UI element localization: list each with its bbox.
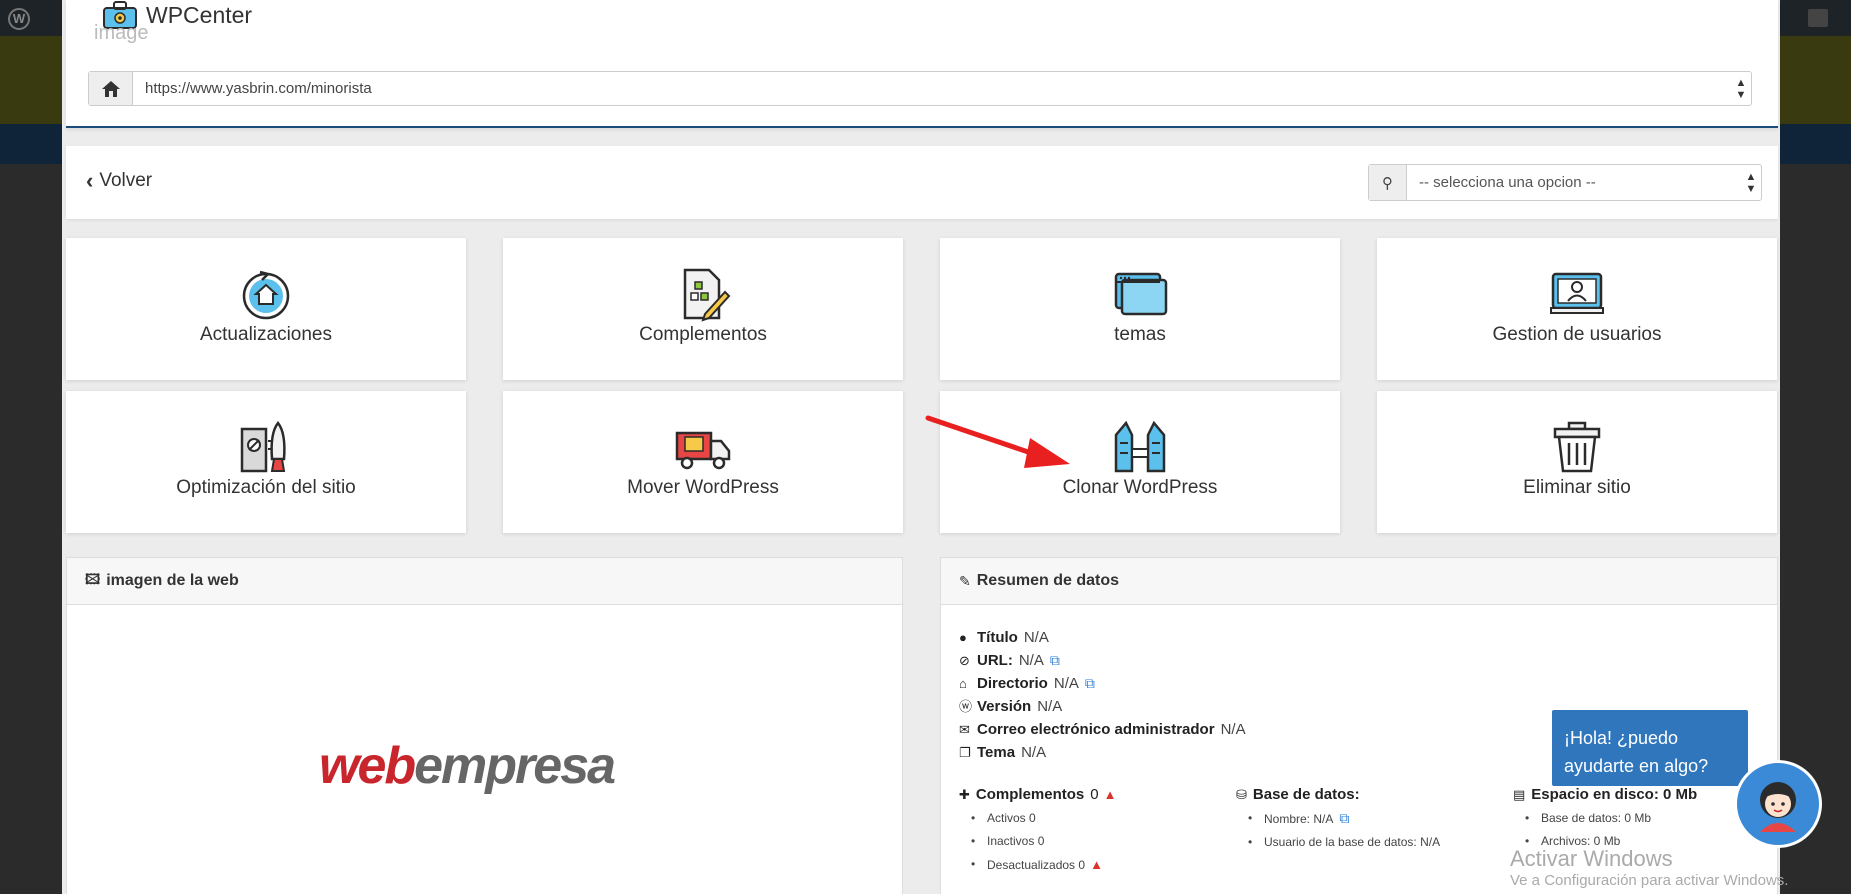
tile-label: Optimización del sitio — [176, 477, 356, 498]
summary-panel-header: ✎ Resumen de datos — [941, 558, 1777, 605]
plugins-column: ✚ Complementos 0 ▲ Activos 0 Inactivos 0… — [959, 786, 1116, 877]
image-panel: 🖾 imagen de la web webempresa — [66, 557, 903, 894]
link-icon: ⊘ — [959, 653, 970, 668]
chat-line-2: ayudarte en algo? — [1564, 756, 1709, 776]
list-item: Usuario de la base de datos: N/A — [1236, 831, 1440, 854]
chevron-left-icon: ‹ — [86, 168, 94, 193]
webempresa-logo: webempresa — [319, 737, 616, 795]
app-title: WPCenter — [146, 1, 253, 28]
disk-column: ▤ Espacio en disco: 0 Mb Base de datos: … — [1513, 786, 1697, 853]
edit-icon: ✎ — [959, 572, 971, 589]
tile-gestion-usuarios[interactable]: Gestion de usuarios — [1377, 238, 1777, 380]
external-link-icon[interactable]: ⧉ — [1339, 810, 1349, 826]
info-row-version: ⓦ Versión N/A — [959, 695, 1246, 718]
admin-bar-right-icon — [1808, 9, 1828, 27]
home-icon: ⌂ — [959, 676, 967, 691]
list-item: Desactualizados 0▲ — [959, 853, 1116, 877]
toolbar-card: ‹ Volver ⚲ -- selecciona una opcion -- ▲… — [66, 146, 1778, 219]
plugins-title: ✚ Complementos 0 ▲ — [959, 786, 1117, 803]
action-select-value: -- selecciona una opcion -- — [1419, 174, 1596, 191]
info-row-admin-email: ✉ Correo electrónico administrador N/A — [959, 718, 1246, 741]
info-row-theme: ❐ Tema N/A — [959, 741, 1246, 764]
moving-truck-icon — [675, 431, 731, 470]
chat-bubble[interactable]: ¡Hola! ¿puedo ayudarte en algo? — [1550, 708, 1750, 788]
update-home-icon — [242, 270, 290, 320]
windows-activation-title: Activar Windows — [1510, 846, 1673, 871]
database-icon: ⛁ — [1236, 786, 1247, 802]
back-button[interactable]: ‹ Volver — [86, 168, 152, 194]
list-item: Base de datos: 0 Mb — [1513, 807, 1697, 830]
support-agent-icon — [1760, 782, 1796, 832]
twin-towers-icon — [1114, 420, 1166, 473]
tile-mover-wordpress[interactable]: Mover WordPress — [503, 391, 903, 533]
tile-label: Eliminar sitio — [1523, 477, 1631, 498]
tile-label: Mover WordPress — [627, 477, 779, 498]
list-item: Nombre: N/A⧉ — [1236, 807, 1440, 831]
wordpress-logo-icon: W — [8, 8, 30, 30]
info-row-title: ● Título N/A — [959, 626, 1246, 649]
site-url-value: https://www.yasbrin.com/minorista — [145, 80, 372, 97]
info-row-directory: ⌂ Directorio N/A ⧉ — [959, 672, 1246, 695]
select-caret-icon: ▲ ▼ — [1735, 76, 1747, 101]
copy-icon: ❐ — [959, 745, 971, 760]
chat-avatar-button[interactable] — [1734, 760, 1822, 848]
tile-actualizaciones[interactable]: Actualizaciones — [66, 238, 466, 380]
disk-title: ▤ Espacio en disco: 0 Mb — [1513, 786, 1698, 803]
user-monitor-icon — [1550, 272, 1604, 314]
tile-eliminar-sitio[interactable]: Eliminar sitio — [1377, 391, 1777, 533]
select-caret-icon: ▲ ▼ — [1745, 170, 1757, 195]
server-rocket-icon — [240, 420, 286, 473]
home-icon — [89, 72, 133, 105]
tile-label: Complementos — [639, 324, 767, 345]
browser-windows-icon — [1114, 272, 1168, 316]
back-label: Volver — [99, 170, 153, 191]
external-link-icon[interactable]: ⧉ — [1050, 649, 1060, 672]
wordpress-icon: ⓦ — [959, 699, 973, 714]
summary-info-list: ● Título N/A ⊘ URL: N/A ⧉ ⌂ Directorio N… — [959, 626, 1246, 764]
tile-label: Gestion de usuarios — [1492, 324, 1662, 345]
warning-icon: ▲ — [1103, 787, 1117, 802]
globe-icon: ● — [959, 630, 967, 645]
plugin-document-icon — [683, 268, 731, 322]
database-column: ⛁ Base de datos: Nombre: N/A⧉ Usuario de… — [1236, 786, 1440, 854]
list-item: Inactivos 0 — [959, 830, 1116, 853]
header-card: WPCenter image https://www.yasbrin.com/m… — [66, 0, 1778, 128]
windows-activation-subtitle: Ve a Configuración para activar Windows. — [1510, 872, 1789, 889]
database-title: ⛁ Base de datos: — [1236, 786, 1360, 803]
tile-complementos[interactable]: Complementos — [503, 238, 903, 380]
image-panel-title: imagen de la web — [106, 572, 239, 589]
tile-label: Clonar WordPress — [1062, 477, 1218, 498]
summary-panel-title: Resumen de datos — [976, 572, 1119, 589]
image-icon: 🖾 — [85, 571, 101, 587]
info-row-url: ⊘ URL: N/A ⧉ — [959, 649, 1246, 672]
route-icon: ⚲ — [1369, 165, 1407, 200]
image-panel-header: 🖾 imagen de la web — [67, 558, 902, 605]
external-link-icon[interactable]: ⧉ — [1085, 672, 1095, 695]
list-item: Activos 0 — [959, 807, 1116, 830]
brand: WPCenter image — [94, 0, 253, 44]
tile-optimizacion[interactable]: Optimización del sitio — [66, 391, 466, 533]
tile-label: Actualizaciones — [199, 324, 333, 345]
chat-line-1: ¡Hola! ¿puedo — [1564, 728, 1679, 748]
annotation-arrow — [925, 415, 1070, 468]
broken-image-alt: image — [94, 22, 149, 44]
action-select[interactable]: ⚲ -- selecciona una opcion -- ▲ ▼ — [1368, 164, 1762, 201]
warning-icon: ▲ — [1090, 857, 1103, 872]
hdd-icon: ▤ — [1513, 786, 1526, 802]
trash-icon — [1553, 421, 1601, 473]
tile-label: temas — [1114, 324, 1166, 345]
puzzle-icon: ✚ — [959, 786, 970, 802]
site-url-select[interactable]: https://www.yasbrin.com/minorista ▲ ▼ — [88, 71, 1752, 106]
tile-temas[interactable]: temas — [940, 238, 1340, 380]
envelope-icon: ✉ — [959, 722, 970, 737]
